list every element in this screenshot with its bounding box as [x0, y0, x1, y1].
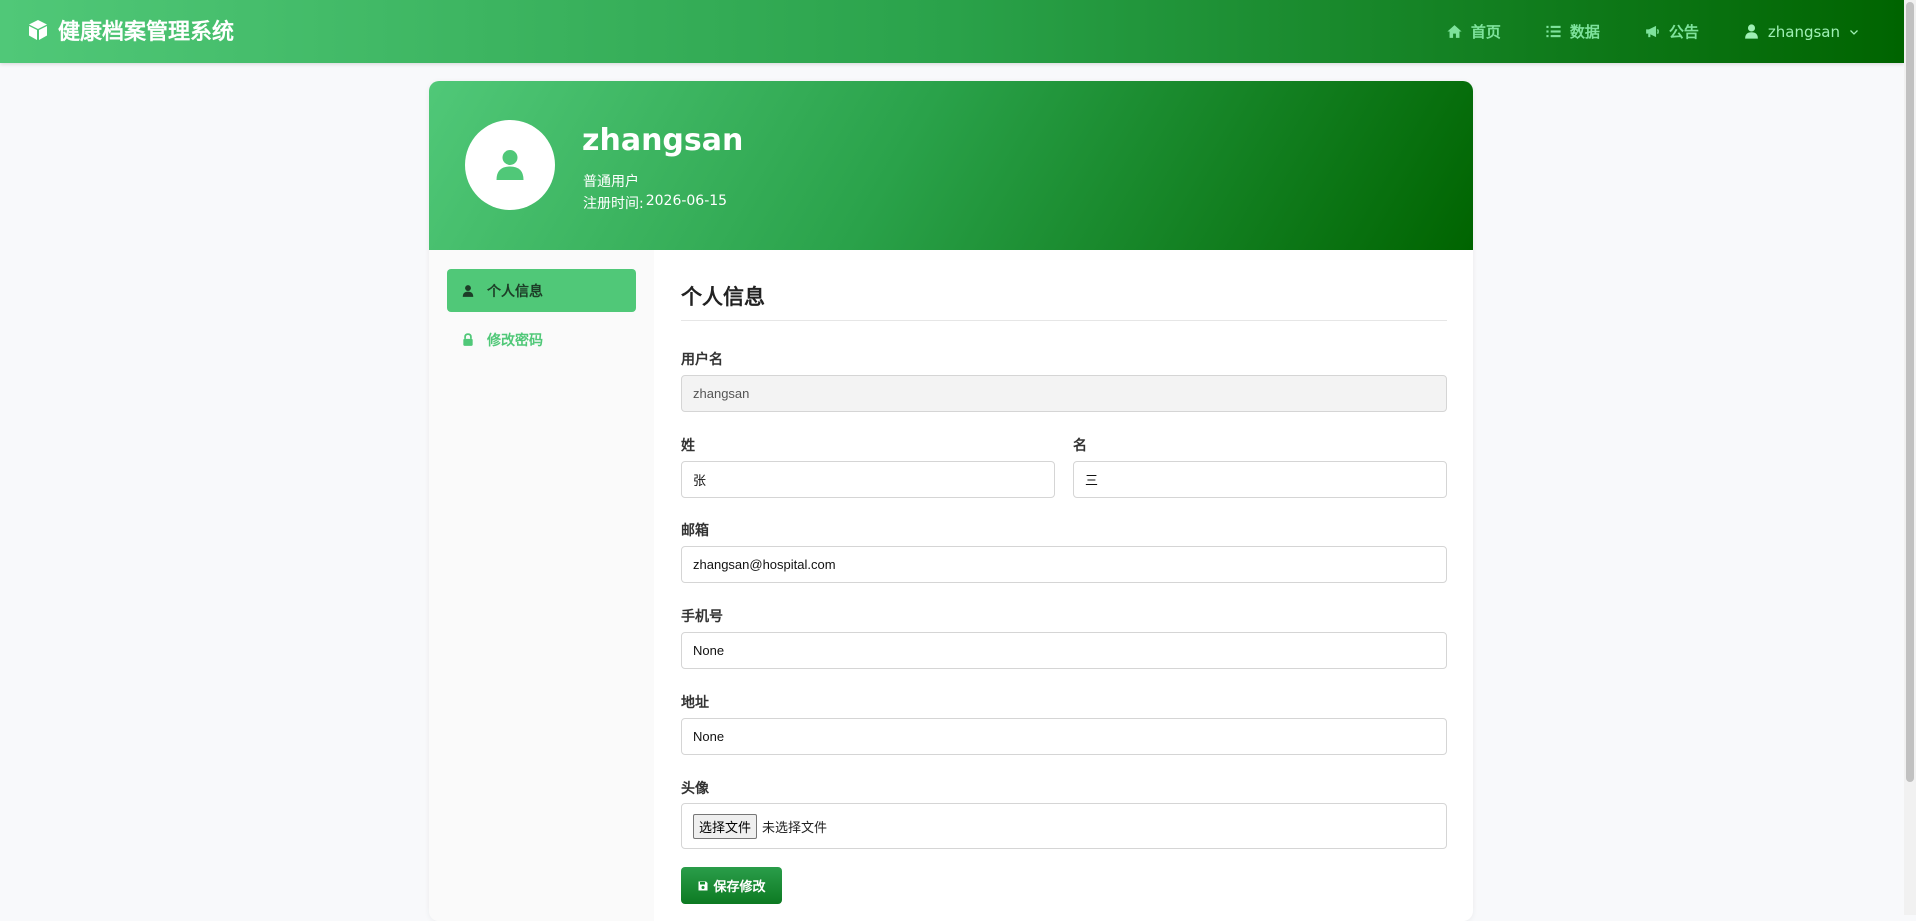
- save-button[interactable]: 保存修改: [681, 867, 782, 904]
- avatar: [465, 120, 555, 210]
- lock-icon: [463, 332, 473, 346]
- nav-item-label: 首页: [1470, 23, 1501, 41]
- registration-date: 2026-06-15: [645, 193, 728, 209]
- list-icon: [1546, 25, 1561, 38]
- section-title: 个人信息: [681, 285, 765, 309]
- brand[interactable]: 健康档案管理系统: [26, 14, 234, 46]
- first-name-input[interactable]: [1073, 461, 1447, 498]
- save-button-label: 保存修改: [713, 879, 766, 894]
- nav-items: 首页 数据 公告 zhangsan: [1446, 0, 1860, 63]
- cube-icon: [29, 20, 47, 40]
- brand-title: 健康档案管理系统: [58, 20, 235, 45]
- last-name-label: 姓: [681, 438, 695, 454]
- section-divider: [681, 320, 1447, 321]
- sidebar-item-label: 个人信息: [487, 283, 543, 300]
- choose-file-button[interactable]: 选择文件: [693, 813, 758, 839]
- megaphone-icon: [1645, 25, 1659, 38]
- home-icon: [1447, 25, 1462, 38]
- address-input[interactable]: [681, 718, 1447, 755]
- user-icon: [1745, 24, 1758, 39]
- nav-item-label: 公告: [1668, 23, 1699, 41]
- nav-item-label: 数据: [1569, 23, 1600, 41]
- username-label: 用户名: [681, 352, 723, 368]
- user-menu[interactable]: zhangsan: [1743, 23, 1860, 41]
- profile-card: zhangsan 普通用户 注册时间: 2026-06-15 个人信息 修改密码…: [429, 81, 1473, 921]
- phone-label: 手机号: [681, 609, 723, 625]
- save-icon: [698, 881, 708, 890]
- registration-label: 注册时间:: [583, 196, 644, 212]
- nav-item-data[interactable]: 数据: [1545, 21, 1600, 42]
- sidebar-item-profile[interactable]: 个人信息: [447, 269, 636, 312]
- profile-header: zhangsan 普通用户 注册时间: 2026-06-15: [429, 81, 1473, 250]
- avatar-label: 头像: [681, 781, 709, 797]
- profile-username: zhangsan: [582, 123, 744, 158]
- username-input: [681, 375, 1447, 412]
- nav-item-home[interactable]: 首页: [1446, 21, 1501, 42]
- scrollbar-thumb[interactable]: [1906, 2, 1914, 782]
- email-input[interactable]: [681, 546, 1447, 583]
- profile-role: 普通用户: [583, 174, 639, 190]
- first-name-label: 名: [1073, 438, 1087, 454]
- nav-item-announcements[interactable]: 公告: [1644, 21, 1699, 42]
- user-icon: [462, 284, 474, 297]
- scrollbar[interactable]: [1904, 0, 1916, 915]
- navbar: 健康档案管理系统 首页 数据 公告 zhangsan: [0, 0, 1904, 63]
- user-menu-label: zhangsan: [1767, 22, 1840, 41]
- phone-input[interactable]: [681, 632, 1447, 669]
- last-name-input[interactable]: [681, 461, 1055, 498]
- address-label: 地址: [681, 695, 709, 711]
- sidebar: 个人信息 修改密码: [429, 250, 654, 921]
- sidebar-item-change-password[interactable]: 修改密码: [447, 318, 636, 361]
- profile-registration: 注册时间: 2026-06-15: [583, 193, 727, 213]
- email-label: 邮箱: [681, 523, 709, 539]
- sidebar-item-label: 修改密码: [487, 332, 543, 349]
- file-status: 未选择文件: [762, 819, 828, 835]
- chevron-down-icon: [1850, 29, 1858, 35]
- user-icon: [496, 150, 524, 180]
- avatar-file-input: 选择文件 未选择文件: [681, 803, 1447, 849]
